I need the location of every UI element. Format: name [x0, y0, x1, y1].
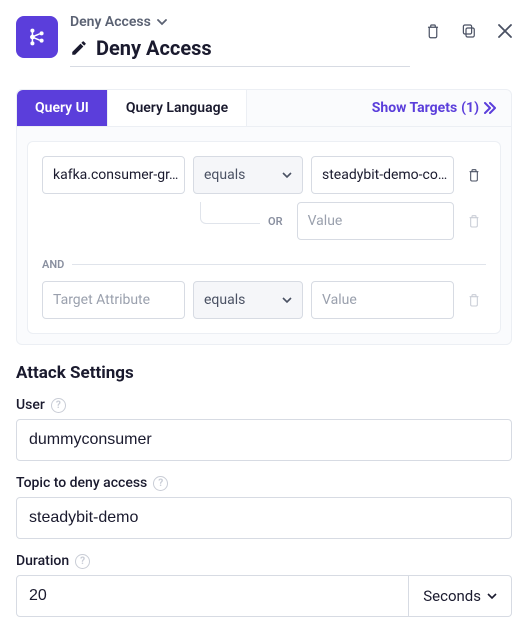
delete-button[interactable] — [422, 20, 444, 42]
duration-unit-select[interactable]: Seconds — [409, 575, 512, 617]
help-icon[interactable]: ? — [75, 554, 90, 569]
help-icon[interactable]: ? — [51, 398, 66, 413]
user-label: User — [16, 397, 45, 413]
value-input[interactable]: Value — [311, 281, 454, 319]
topic-label: Topic to deny access — [16, 475, 147, 491]
close-button[interactable] — [494, 20, 516, 42]
help-icon[interactable]: ? — [153, 476, 168, 491]
copy-button[interactable] — [458, 20, 480, 42]
operator-select[interactable]: equals — [193, 156, 303, 194]
tab-query-ui[interactable]: Query UI — [17, 90, 108, 126]
trash-icon — [466, 292, 482, 308]
topic-input[interactable] — [16, 497, 512, 539]
copy-icon — [460, 22, 478, 40]
attribute-input[interactable]: kafka.consumer-gr… — [42, 156, 185, 194]
action-logo — [16, 16, 58, 58]
kafka-graph-icon — [26, 26, 48, 48]
attack-settings-section: Attack Settings User ? Topic to deny acc… — [0, 345, 528, 625]
show-targets-label: Show Targets — [372, 100, 457, 116]
duration-unit-value: Seconds — [423, 587, 481, 605]
trash-icon — [466, 167, 482, 183]
value-input[interactable]: steadybit-demo-co… — [311, 156, 454, 194]
operator-value: equals — [204, 292, 245, 308]
trash-icon — [424, 22, 442, 40]
operator-select[interactable]: equals — [193, 281, 303, 319]
user-input[interactable] — [16, 419, 512, 461]
chevron-down-icon — [282, 170, 292, 180]
delete-row-button — [462, 288, 486, 312]
divider — [72, 264, 486, 265]
chevron-down-icon — [157, 17, 167, 27]
chevron-down-icon — [282, 295, 292, 305]
or-connector: OR — [268, 215, 289, 228]
duration-input[interactable] — [16, 575, 409, 617]
query-section: Query UI Query Language Show Targets (1)… — [16, 89, 512, 345]
settings-heading: Attack Settings — [16, 363, 512, 383]
value-input[interactable]: Value — [297, 202, 454, 240]
chevron-down-icon — [487, 591, 497, 601]
chevron-double-right-icon — [483, 102, 497, 114]
delete-row-button — [462, 209, 486, 233]
edit-icon[interactable] — [70, 39, 88, 57]
show-targets-button[interactable]: Show Targets (1) — [362, 90, 511, 126]
close-icon — [497, 23, 513, 39]
tab-query-language[interactable]: Query Language — [108, 90, 247, 126]
delete-row-button[interactable] — [462, 163, 486, 187]
attribute-input[interactable]: Target Attribute — [42, 281, 185, 319]
operator-value: equals — [204, 167, 245, 183]
duration-label: Duration — [16, 553, 69, 569]
show-targets-count: (1) — [461, 100, 479, 116]
trash-icon — [466, 213, 482, 229]
breadcrumb-label: Deny Access — [70, 14, 151, 30]
and-connector: AND — [42, 258, 64, 271]
page-title: Deny Access — [96, 36, 212, 60]
breadcrumb[interactable]: Deny Access — [70, 10, 410, 32]
